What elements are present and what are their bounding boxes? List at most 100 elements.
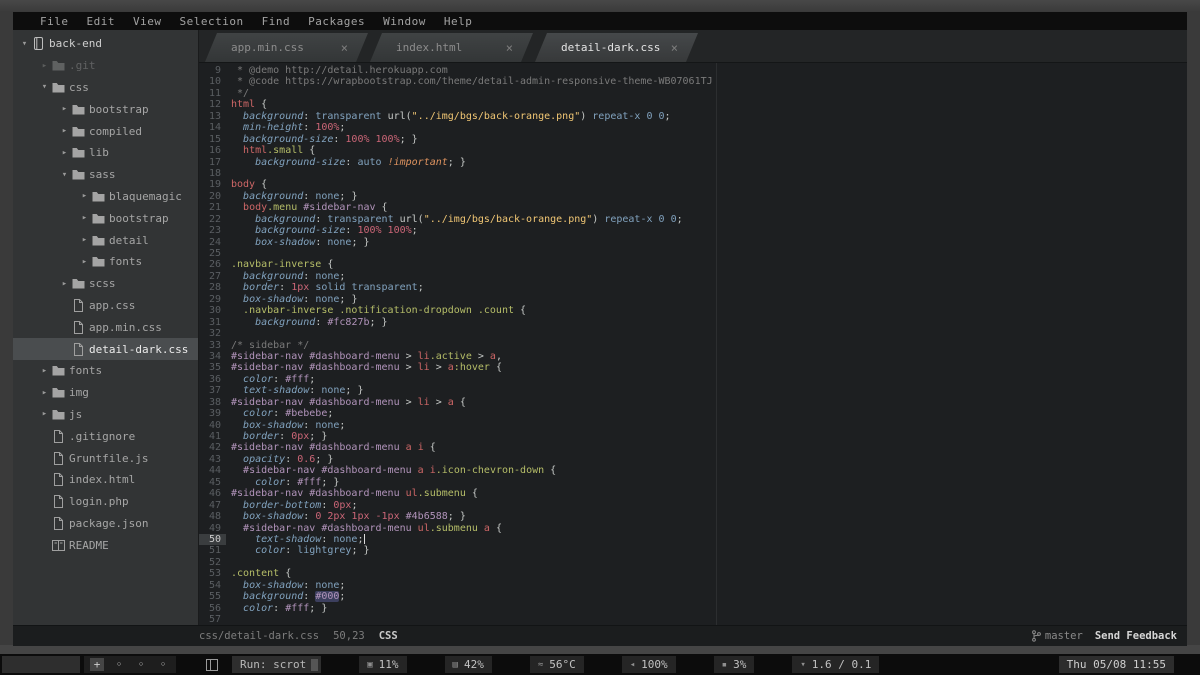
code-line[interactable]: body.menu #sidebar-nav { xyxy=(231,202,1187,213)
disclosure-expanded-icon[interactable]: ▾ xyxy=(59,170,70,180)
code-line[interactable] xyxy=(231,614,1187,625)
menu-item-window[interactable]: Window xyxy=(374,15,435,28)
code-line[interactable]: border: 1px solid transparent; xyxy=(231,282,1187,293)
disclosure-collapsed-icon[interactable]: ▸ xyxy=(59,126,70,136)
disclosure-collapsed-icon[interactable]: ▸ xyxy=(39,61,50,71)
tree-item-detail[interactable]: ▸ detail xyxy=(13,229,198,251)
workspace-indicator[interactable]: ◦ xyxy=(112,658,126,671)
tree-item-fonts[interactable]: ▸ fonts xyxy=(13,251,198,273)
tree-item-app-css[interactable]: app.css xyxy=(13,295,198,317)
code-line[interactable]: html { xyxy=(231,99,1187,110)
tree-item-blaquemagic[interactable]: ▸ blaquemagic xyxy=(13,186,198,208)
code-line[interactable]: #sidebar-nav #dashboard-menu a i.icon-ch… xyxy=(231,465,1187,476)
code-line[interactable]: .navbar-inverse { xyxy=(231,259,1187,270)
tree-item-readme[interactable]: README xyxy=(13,534,198,556)
code-line[interactable]: opacity: 0.6; } xyxy=(231,454,1187,465)
code-area[interactable]: * @demo http://detail.herokuapp.com * @c… xyxy=(226,63,1187,625)
code-line[interactable]: box-shadow: none; } xyxy=(231,294,1187,305)
code-line[interactable]: min-height: 100%; xyxy=(231,122,1187,133)
code-line[interactable]: background: none; xyxy=(231,271,1187,282)
tree-item-lib[interactable]: ▸ lib xyxy=(13,142,198,164)
code-line[interactable]: border: 0px; } xyxy=(231,431,1187,442)
code-line[interactable]: box-shadow: 0 2px 1px -1px #4b6588; } xyxy=(231,511,1187,522)
workspace-switcher[interactable]: + ◦ ◦ ◦ xyxy=(84,656,176,673)
menu-item-find[interactable]: Find xyxy=(253,15,300,28)
tree-item-back-end[interactable]: ▾ back-end xyxy=(13,33,198,55)
tab-app-min-css[interactable]: app.min.css × xyxy=(205,33,368,62)
code-line[interactable]: #sidebar-nav #dashboard-menu > li.active… xyxy=(231,351,1187,362)
disclosure-expanded-icon[interactable]: ▾ xyxy=(39,82,50,92)
code-line[interactable]: background: none; } xyxy=(231,191,1187,202)
disclosure-collapsed-icon[interactable]: ▸ xyxy=(79,257,90,267)
menu-item-selection[interactable]: Selection xyxy=(171,15,253,28)
tree-item-gruntfile-js[interactable]: Gruntfile.js xyxy=(13,447,198,469)
code-line[interactable]: /* sidebar */ xyxy=(231,340,1187,351)
run-command-box[interactable]: Run: scrot xyxy=(232,656,322,673)
code-line[interactable]: background: #fc827b; } xyxy=(231,317,1187,328)
tree-item-git[interactable]: ▸ .git xyxy=(13,55,198,77)
menu-item-view[interactable]: View xyxy=(124,15,171,28)
code-line[interactable]: text-shadow: none; xyxy=(231,533,1187,545)
code-line[interactable]: background: transparent url("../img/bgs/… xyxy=(231,111,1187,122)
code-line[interactable]: #sidebar-nav #dashboard-menu ul.submenu … xyxy=(231,488,1187,499)
tree-item-sass[interactable]: ▾ sass xyxy=(13,164,198,186)
code-line[interactable]: background-size: auto !important; } xyxy=(231,157,1187,168)
code-line[interactable]: text-shadow: none; } xyxy=(231,385,1187,396)
tab-index-html[interactable]: index.html × xyxy=(370,33,533,62)
code-line[interactable]: #sidebar-nav #dashboard-menu > li > a { xyxy=(231,397,1187,408)
disclosure-collapsed-icon[interactable]: ▸ xyxy=(39,388,50,398)
tree-item-bootstrap[interactable]: ▸ bootstrap xyxy=(13,98,198,120)
code-line[interactable]: #sidebar-nav #dashboard-menu ul.submenu … xyxy=(231,523,1187,534)
tree-item-package-json[interactable]: package.json xyxy=(13,513,198,535)
code-line[interactable]: background: transparent url("../img/bgs/… xyxy=(231,214,1187,225)
workspace-indicator[interactable]: + xyxy=(90,658,104,671)
code-line[interactable]: color: lightgrey; } xyxy=(231,545,1187,556)
tree-item-app-min-css[interactable]: app.min.css xyxy=(13,316,198,338)
code-line[interactable]: #sidebar-nav #dashboard-menu a i { xyxy=(231,442,1187,453)
code-line[interactable]: box-shadow: none; xyxy=(231,420,1187,431)
code-line[interactable]: * @demo http://detail.herokuapp.com xyxy=(231,65,1187,76)
code-line[interactable]: color: #bebebe; xyxy=(231,408,1187,419)
tree-item-login-php[interactable]: login.php xyxy=(13,491,198,513)
code-line[interactable]: background: #000; xyxy=(231,591,1187,603)
tree-item-js[interactable]: ▸ js xyxy=(13,404,198,426)
tree-item-scss[interactable]: ▸ scss xyxy=(13,273,198,295)
code-line[interactable]: #sidebar-nav #dashboard-menu > li > a:ho… xyxy=(231,362,1187,373)
tree-item-fonts[interactable]: ▸ fonts xyxy=(13,360,198,382)
menu-item-file[interactable]: File xyxy=(31,15,78,28)
workspace-indicator[interactable]: ◦ xyxy=(134,658,148,671)
tree-item-detail-dark-css[interactable]: detail-dark.css xyxy=(13,338,198,360)
tab-close-icon[interactable]: × xyxy=(506,41,513,55)
code-line[interactable]: body { xyxy=(231,179,1187,190)
code-line[interactable] xyxy=(231,168,1187,179)
tree-item-index-html[interactable]: index.html xyxy=(13,469,198,491)
tab-close-icon[interactable]: × xyxy=(341,41,348,55)
code-line[interactable] xyxy=(231,557,1187,568)
disclosure-collapsed-icon[interactable]: ▸ xyxy=(59,279,70,289)
code-line[interactable] xyxy=(231,328,1187,339)
tab-detail-dark-css[interactable]: detail-dark.css × xyxy=(535,33,698,62)
code-line[interactable] xyxy=(231,248,1187,259)
send-feedback-button[interactable]: Send Feedback xyxy=(1095,630,1177,642)
code-line[interactable]: box-shadow: none; } xyxy=(231,237,1187,248)
tree-item-css[interactable]: ▾ css xyxy=(13,77,198,99)
code-line[interactable]: box-shadow: none; xyxy=(231,580,1187,591)
tree-item-gitignore[interactable]: .gitignore xyxy=(13,425,198,447)
tree-item-compiled[interactable]: ▸ compiled xyxy=(13,120,198,142)
workspace-indicator[interactable]: ◦ xyxy=(156,658,170,671)
file-tree-panel[interactable]: ▾ back-end ▸ .git ▾ css ▸ bootstrap ▸ compiled ▸ li… xyxy=(13,30,199,625)
disclosure-collapsed-icon[interactable]: ▸ xyxy=(79,235,90,245)
tree-item-bootstrap[interactable]: ▸ bootstrap xyxy=(13,207,198,229)
menu-item-edit[interactable]: Edit xyxy=(78,15,125,28)
code-line[interactable]: background-size: 100% 100%; } xyxy=(231,134,1187,145)
disclosure-collapsed-icon[interactable]: ▸ xyxy=(39,366,50,376)
code-editor[interactable]: 9 10 11 12 13 14 15 16 17 18 19 20 21 22 23 24 25 26 27 28 2… xyxy=(199,63,1187,625)
code-line[interactable]: */ xyxy=(231,88,1187,99)
menu-item-packages[interactable]: Packages xyxy=(299,15,374,28)
code-line[interactable]: .content { xyxy=(231,568,1187,579)
tree-item-img[interactable]: ▸ img xyxy=(13,382,198,404)
status-grammar[interactable]: CSS xyxy=(379,630,398,642)
disclosure-collapsed-icon[interactable]: ▸ xyxy=(79,213,90,223)
code-line[interactable]: color: #fff; } xyxy=(231,477,1187,488)
disclosure-collapsed-icon[interactable]: ▸ xyxy=(39,409,50,419)
